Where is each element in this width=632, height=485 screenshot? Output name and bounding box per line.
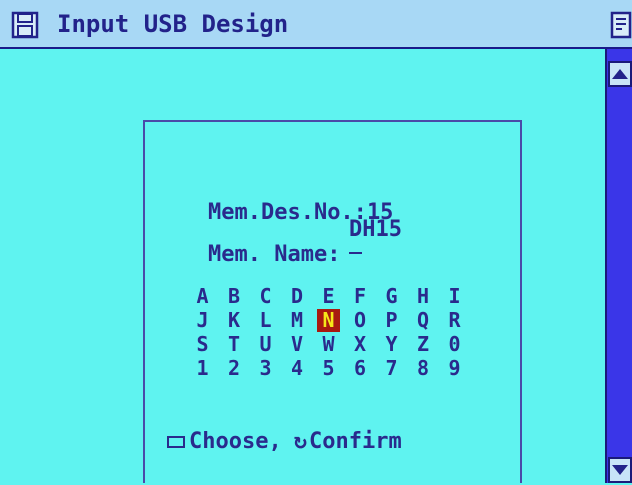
key-w[interactable]: W bbox=[317, 333, 340, 356]
key-t[interactable]: T bbox=[223, 333, 246, 356]
key-n[interactable]: N bbox=[317, 309, 340, 332]
hint-choose: Choose, bbox=[189, 429, 282, 454]
window-title: Input USB Design bbox=[57, 10, 289, 38]
return-arrow-icon: ↻ bbox=[293, 429, 307, 454]
key-k[interactable]: K bbox=[223, 309, 246, 332]
key-z[interactable]: Z bbox=[412, 333, 435, 356]
key-7[interactable]: 7 bbox=[380, 357, 403, 380]
hint-line: Choose, ↻ Confirm bbox=[167, 429, 402, 454]
document-icon[interactable] bbox=[610, 11, 632, 39]
key-j[interactable]: J bbox=[191, 309, 214, 332]
scroll-up-button[interactable] bbox=[608, 61, 632, 87]
key-d[interactable]: D bbox=[286, 285, 309, 308]
rectangle-key-icon bbox=[167, 435, 185, 448]
arrow-down-icon bbox=[612, 465, 628, 475]
key-p[interactable]: P bbox=[380, 309, 403, 332]
key-q[interactable]: Q bbox=[412, 309, 435, 332]
mem-name-input[interactable]: DH15 bbox=[349, 217, 402, 242]
keyboard-row: JKLMNOPQR bbox=[191, 309, 471, 332]
key-x[interactable]: X bbox=[349, 333, 372, 356]
key-1[interactable]: 1 bbox=[191, 357, 214, 380]
key-8[interactable]: 8 bbox=[412, 357, 435, 380]
key-s[interactable]: S bbox=[191, 333, 214, 356]
keyboard-row: 123456789 bbox=[191, 357, 471, 380]
key-v[interactable]: V bbox=[286, 333, 309, 356]
key-a[interactable]: A bbox=[191, 285, 214, 308]
key-0[interactable]: 0 bbox=[443, 333, 466, 356]
key-3[interactable]: 3 bbox=[254, 357, 277, 380]
disk-icon bbox=[11, 11, 39, 39]
key-i[interactable]: I bbox=[443, 285, 466, 308]
hint-confirm: Confirm bbox=[308, 429, 402, 454]
key-9[interactable]: 9 bbox=[443, 357, 466, 380]
key-g[interactable]: G bbox=[380, 285, 403, 308]
key-u[interactable]: U bbox=[254, 333, 277, 356]
mem-name-label: Mem. Name: bbox=[207, 242, 341, 267]
name-input-dialog: Mem.Des.No.:15 Mem. Name: DH15 ABCDEFGHI… bbox=[143, 120, 522, 483]
key-c[interactable]: C bbox=[254, 285, 277, 308]
key-4[interactable]: 4 bbox=[286, 357, 309, 380]
keyboard-row: STUVWXYZ0 bbox=[191, 333, 471, 356]
key-5[interactable]: 5 bbox=[317, 357, 340, 380]
vertical-scrollbar[interactable] bbox=[605, 49, 632, 483]
key-l[interactable]: L bbox=[254, 309, 277, 332]
key-r[interactable]: R bbox=[443, 309, 466, 332]
key-m[interactable]: M bbox=[286, 309, 309, 332]
key-2[interactable]: 2 bbox=[223, 357, 246, 380]
key-6[interactable]: 6 bbox=[349, 357, 372, 380]
title-bar: Input USB Design bbox=[0, 0, 632, 49]
character-keyboard: ABCDEFGHIJKLMNOPQRSTUVWXYZ0123456789 bbox=[191, 285, 471, 381]
keyboard-row: ABCDEFGHI bbox=[191, 285, 471, 308]
key-o[interactable]: O bbox=[349, 309, 372, 332]
key-y[interactable]: Y bbox=[380, 333, 403, 356]
key-f[interactable]: F bbox=[349, 285, 372, 308]
arrow-up-icon bbox=[612, 69, 628, 79]
key-h[interactable]: H bbox=[412, 285, 435, 308]
scroll-down-button[interactable] bbox=[608, 457, 632, 483]
key-e[interactable]: E bbox=[317, 285, 340, 308]
text-cursor bbox=[349, 252, 362, 254]
key-b[interactable]: B bbox=[223, 285, 246, 308]
